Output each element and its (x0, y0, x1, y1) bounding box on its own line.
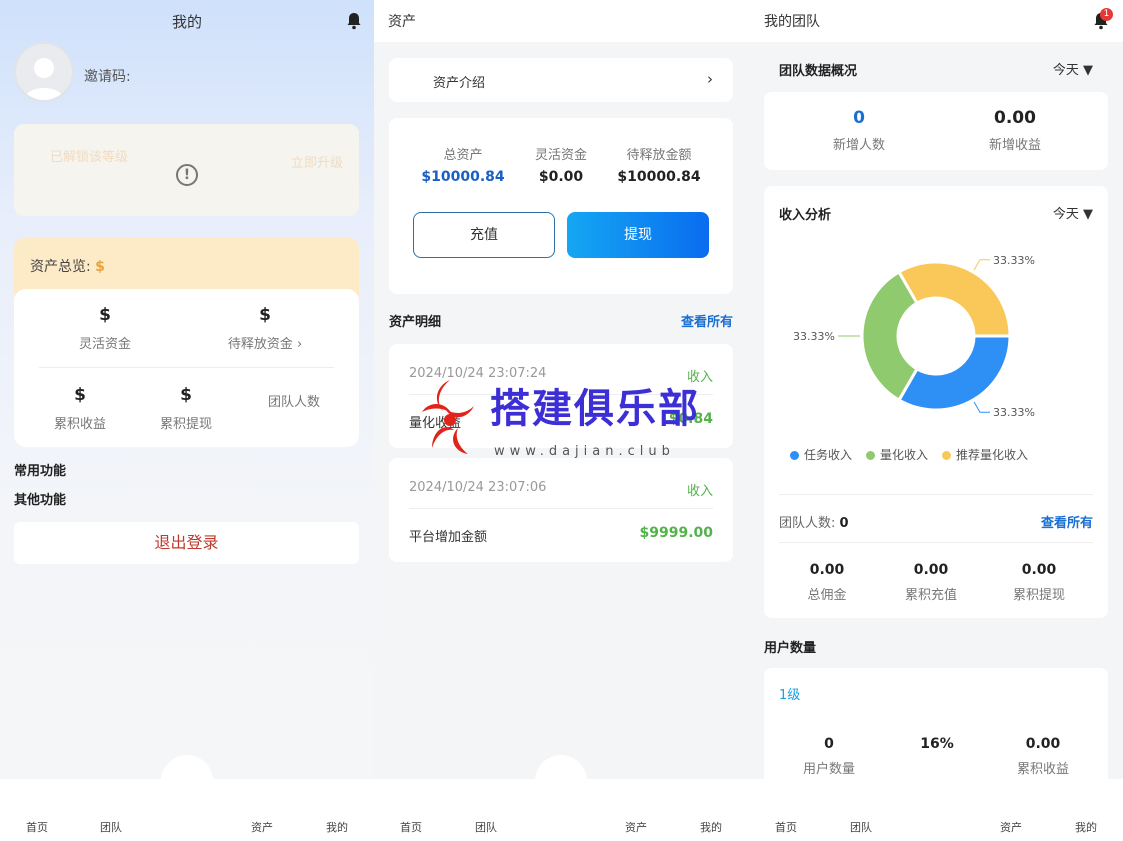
slice-label: 33.33% (793, 330, 835, 343)
legend-item: 推荐量化收入 (942, 446, 1028, 463)
team-overview-title: 团队数据概况 (779, 64, 858, 79)
level-label: 1级 (779, 688, 801, 703)
nav-mine[interactable]: 我的 (1075, 819, 1097, 835)
divider (39, 367, 334, 368)
nav-assets[interactable]: 资产 (1000, 819, 1022, 835)
level-card: 已解锁该等级 立即升级 ! (14, 124, 359, 216)
center-nav-bump[interactable] (535, 755, 587, 807)
logout-button[interactable]: 退出登录 (14, 522, 359, 564)
asset-details-title: 资产明细 (389, 315, 442, 330)
total-withdrawals-stat: $ 累积提现 (159, 385, 212, 432)
caret-down-icon: ▼ (1083, 63, 1093, 78)
assets-stats-card: $ 灵活资金 $ 待释放资金 › $ 累积收益 $ 累积提现 团队人数 (14, 289, 359, 447)
flexible-funds: 灵活资金 $0.00 (534, 148, 587, 185)
assets-panel: 资产 资产介绍 › 总资产 $10000.84 灵活资金 $0.00 待释放金额… (374, 0, 749, 841)
assets-summary-card: 总资产 $10000.84 灵活资金 $0.00 待释放金额 $10000.84… (389, 118, 733, 294)
pending-release-amount: 待释放金额 $10000.84 (617, 148, 701, 185)
user-count-title: 用户数量 (764, 641, 817, 656)
legend-item: 量化收入 (866, 446, 928, 463)
center-nav-bump[interactable] (161, 755, 213, 807)
income-analysis-title: 收入分析 (779, 208, 832, 223)
recharge-button[interactable]: 充值 (413, 212, 555, 258)
profile-panel: 我的 邀请码: 已解锁该等级 立即升级 ! 资产总览: $ $ 灵活资金 $ 待… (0, 0, 374, 841)
caret-down-icon: ▼ (1083, 207, 1093, 222)
bell-icon[interactable] (346, 12, 362, 30)
nav-team[interactable]: 团队 (475, 819, 497, 835)
nav-mine[interactable]: 我的 (326, 819, 348, 835)
flexible-funds-stat: $ 灵活资金 (78, 305, 131, 352)
notification-badge: 1 (1100, 8, 1113, 21)
team-overview-card: 0 新增人数 0.00 新增收益 (764, 92, 1108, 170)
label-leader-line (973, 401, 990, 413)
pending-funds-stat[interactable]: $ 待释放资金 › (210, 305, 320, 352)
total-commission: 0.00 总佣金 (807, 562, 847, 603)
total-assets: 总资产 $10000.84 (421, 148, 505, 185)
period-dropdown[interactable]: 今天 ▼ (1053, 59, 1093, 78)
slice-label: 33.33% (993, 254, 1035, 267)
level-unlocked-text: 已解锁该等级 (50, 150, 129, 165)
assets-overview-value: $ (95, 259, 105, 275)
page-title: 资产 (388, 14, 416, 30)
bottom-nav: 首页 团队 资产 我的 (749, 755, 1123, 841)
income-analysis-card: 收入分析 今天 ▼ 33.33% 33.33% 33.33% 任务收入 量化收入 推… (764, 186, 1108, 618)
bottom-nav: 首页 团队 资产 我的 (0, 755, 374, 841)
common-functions-title: 常用功能 (14, 464, 67, 479)
info-icon: ! (176, 164, 198, 186)
team-members-stat: 团队人数 (267, 395, 320, 410)
nav-home[interactable]: 首页 (26, 819, 48, 835)
level-user-count: 0 用户数量 (802, 736, 855, 777)
nav-home[interactable]: 首页 (400, 819, 422, 835)
chart-legend: 任务收入 量化收入 推荐量化收入 (790, 446, 1028, 463)
new-members: 0 新增人数 (832, 108, 885, 153)
bottom-nav: 首页 团队 资产 我的 (374, 755, 749, 841)
slice-label: 33.33% (993, 406, 1035, 419)
legend-item: 任务收入 (790, 446, 852, 463)
nav-assets[interactable]: 资产 (251, 819, 273, 835)
transaction-row[interactable]: 2024/10/24 23:07:24 收入 量化收益 $0.84 (389, 344, 733, 448)
transaction-row[interactable]: 2024/10/24 23:07:06 收入 平台增加金额 $9999.00 (389, 458, 733, 562)
income-donut-chart: 33.33% 33.33% 33.33% (793, 254, 1035, 419)
slice-referral-quant-income[interactable] (896, 260, 1012, 338)
other-functions-title: 其他功能 (14, 493, 67, 508)
team-panel: 我的团队 1 团队数据概况 今天 ▼ 0 新增人数 0.00 新增收益 收入分析… (749, 0, 1123, 841)
nav-mine[interactable]: 我的 (700, 819, 722, 835)
team-topbar: 我的团队 1 (749, 0, 1123, 42)
invite-code-label: 邀请码: (84, 69, 131, 85)
assets-overview-label: 资产总览: (30, 259, 91, 275)
center-nav-bump[interactable] (910, 755, 962, 807)
page-title: 我的 (172, 12, 203, 31)
period-dropdown[interactable]: 今天 ▼ (1053, 203, 1093, 222)
label-leader-line (973, 259, 990, 271)
new-income: 0.00 新增收益 (988, 108, 1041, 153)
team-count: 团队人数: 0 (779, 516, 849, 531)
level-total-earnings: 0.00 累积收益 (1016, 736, 1069, 777)
total-recharge: 0.00 累积充值 (904, 562, 957, 603)
withdraw-button[interactable]: 提现 (567, 212, 709, 258)
nav-assets[interactable]: 资产 (625, 819, 647, 835)
page-title: 我的团队 (764, 14, 820, 30)
assets-intro-label: 资产介绍 (433, 76, 486, 91)
profile-topbar: 我的 (0, 0, 374, 42)
assets-intro-row[interactable]: 资产介绍 › (389, 58, 733, 102)
total-withdrawals: 0.00 累积提现 (1012, 562, 1065, 603)
assets-topbar: 资产 (374, 0, 749, 42)
nav-home[interactable]: 首页 (775, 819, 797, 835)
upgrade-link[interactable]: 立即升级 (291, 152, 343, 171)
avatar[interactable] (14, 42, 74, 102)
total-earnings-stat: $ 累积收益 (53, 385, 106, 432)
nav-team[interactable]: 团队 (850, 819, 872, 835)
nav-team[interactable]: 团队 (100, 819, 122, 835)
view-all-link[interactable]: 查看所有 (681, 311, 733, 330)
chevron-right-icon: › (707, 70, 713, 88)
view-all-link[interactable]: 查看所有 (1041, 512, 1093, 531)
